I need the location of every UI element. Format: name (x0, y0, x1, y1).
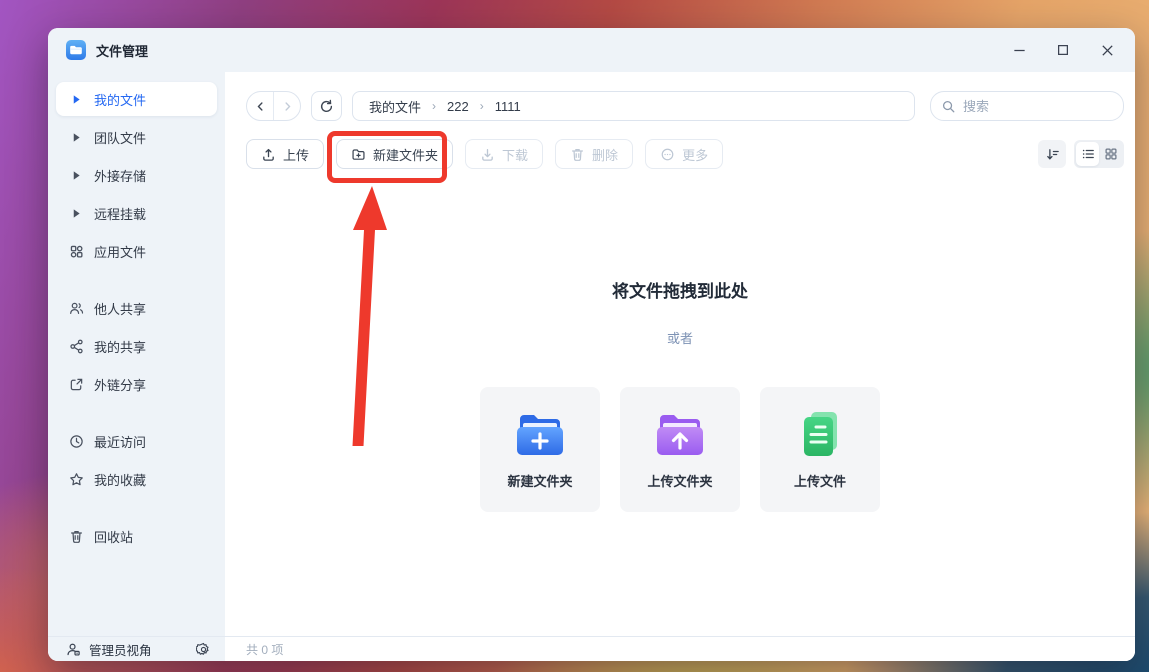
sidebar-item-external-storage[interactable]: 外接存储 (56, 158, 217, 192)
file-upload-icon (794, 411, 846, 457)
main-panel: 我的文件 › 222 › 1111 搜索 上传 新建文件夹 下载 删除 更多 将… (225, 72, 1135, 661)
caret-right-icon (68, 167, 84, 183)
forward-button[interactable] (274, 92, 300, 120)
upload-icon (261, 147, 276, 162)
sidebar-item-favorites[interactable]: 我的收藏 (56, 462, 217, 496)
card-label: 上传文件夹 (647, 474, 713, 489)
sidebar-item-recent[interactable]: 最近访问 (56, 424, 217, 458)
item-count: 共 0 项 (246, 642, 284, 657)
sidebar-item-app-files[interactable]: 应用文件 (56, 234, 217, 268)
app-folder-icon (66, 40, 86, 60)
sidebar-item-recycle-bin[interactable]: 回收站 (56, 519, 217, 553)
sidebar-item-remote-mount[interactable]: 远程挂载 (56, 196, 217, 230)
sidebar-footer: 管理员视角 (48, 636, 225, 661)
delete-button[interactable]: 删除 (555, 139, 634, 169)
list-view-icon[interactable] (1076, 142, 1099, 166)
view-tools (1038, 140, 1124, 168)
quick-action-cards: 新建文件夹 上传文件夹 上传文件 (480, 387, 880, 512)
download-icon (480, 147, 495, 162)
admin-user-icon (66, 642, 81, 657)
caret-right-icon (68, 129, 84, 145)
card-label: 新建文件夹 (507, 474, 573, 489)
breadcrumb-item[interactable]: 1111 (495, 99, 521, 114)
maximize-icon[interactable] (1055, 42, 1071, 58)
card-label: 上传文件 (793, 474, 846, 489)
new-folder-button[interactable]: 新建文件夹 (336, 139, 454, 169)
delete-icon (570, 147, 585, 162)
grid-view-icon[interactable] (1099, 142, 1122, 166)
status-bar: 共 0 项 (225, 636, 1135, 661)
sidebar-item-external-link-share[interactable]: 外链分享 (56, 367, 217, 401)
or-text: 或者 (666, 331, 693, 346)
sidebar-item-team-files[interactable]: 团队文件 (56, 120, 217, 154)
shared-users-icon (68, 300, 84, 316)
sidebar-item-my-files[interactable]: 我的文件 (56, 82, 217, 116)
minimize-icon[interactable] (1011, 42, 1027, 58)
sidebar-item-my-shares[interactable]: 我的共享 (56, 329, 217, 363)
history-nav (246, 91, 301, 121)
window-controls (1011, 42, 1119, 58)
file-manager-window: 文件管理 我的文件 团队文件 外接存储 远程挂载 应用文件 他人共享 我的共享 … (48, 28, 1135, 661)
admin-view-label[interactable]: 管理员视角 (89, 640, 152, 659)
empty-drop-zone: 将文件拖拽到此处 或者 新建文件夹 上传文件夹 上传文件 (225, 169, 1135, 636)
gear-icon[interactable] (196, 642, 211, 657)
star-icon (68, 471, 84, 487)
actions-toolbar: 上传 新建文件夹 下载 删除 更多 (246, 139, 1124, 169)
more-circle-icon (660, 147, 675, 162)
drop-hint-text: 将文件拖拽到此处 (612, 282, 748, 301)
trash-icon (68, 528, 84, 544)
folder-plus-icon (514, 411, 566, 457)
breadcrumb-separator: › (479, 99, 484, 113)
external-share-icon (68, 376, 84, 392)
refresh-button[interactable] (311, 91, 342, 121)
titlebar: 文件管理 (48, 28, 1135, 72)
upload-folder-card[interactable]: 上传文件夹 (620, 387, 740, 512)
breadcrumb-item[interactable]: 222 (447, 99, 469, 114)
breadcrumb-item[interactable]: 我的文件 (369, 97, 421, 116)
view-toggle (1074, 140, 1124, 168)
search-input[interactable] (963, 98, 1113, 114)
sort-descending-icon[interactable] (1038, 140, 1066, 168)
upload-file-card[interactable]: 上传文件 (760, 387, 880, 512)
search-icon (941, 99, 956, 114)
close-icon[interactable] (1099, 42, 1115, 58)
download-button[interactable]: 下载 (465, 139, 544, 169)
sidebar: 我的文件 团队文件 外接存储 远程挂载 应用文件 他人共享 我的共享 外链分享 … (48, 72, 225, 661)
apps-icon (68, 243, 84, 259)
folder-upload-icon (654, 411, 706, 457)
new-folder-icon (351, 147, 366, 162)
clock-icon (68, 433, 84, 449)
caret-right-icon (68, 205, 84, 221)
caret-right-icon (68, 91, 84, 107)
upload-button[interactable]: 上传 (246, 139, 325, 169)
breadcrumb: 我的文件 › 222 › 1111 (352, 91, 915, 121)
share-nodes-icon (68, 338, 84, 354)
back-button[interactable] (247, 92, 274, 120)
sidebar-item-shared-by-others[interactable]: 他人共享 (56, 291, 217, 325)
more-button[interactable]: 更多 (645, 139, 724, 169)
search-box (930, 91, 1124, 121)
new-folder-card[interactable]: 新建文件夹 (480, 387, 600, 512)
breadcrumb-separator: › (432, 99, 437, 113)
window-title: 文件管理 (96, 43, 149, 59)
navigation-toolbar: 我的文件 › 222 › 1111 (246, 91, 1124, 121)
